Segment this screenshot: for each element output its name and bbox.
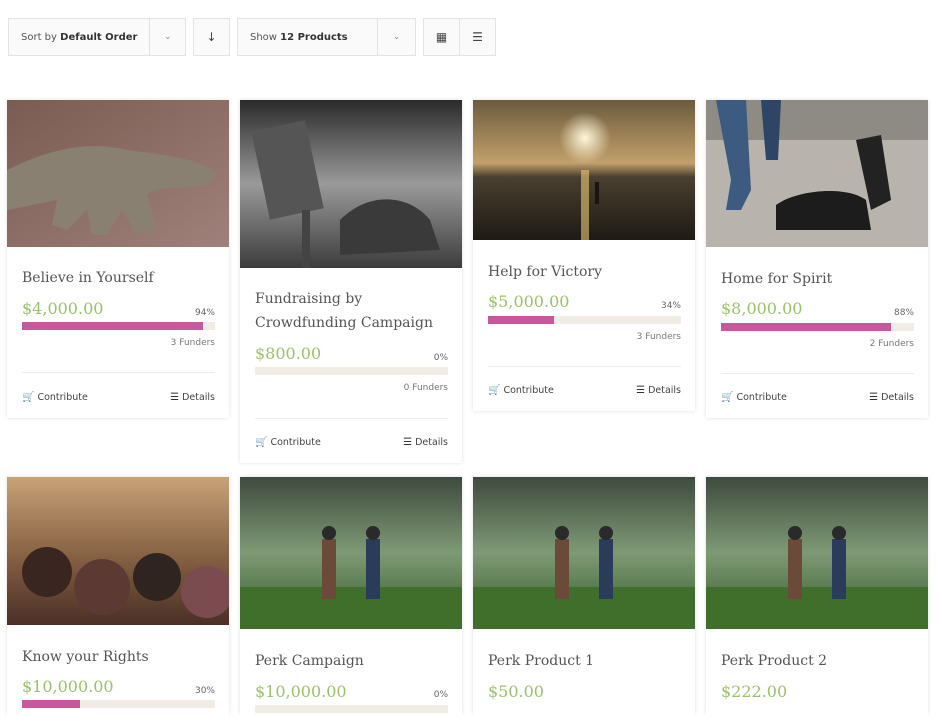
list-icon: ☰ xyxy=(636,385,646,396)
product-card: Perk Product 1 $50.00 xyxy=(473,477,695,715)
children-forest-image[interactable] xyxy=(240,477,462,629)
progress-percent: 94% xyxy=(194,308,215,318)
chevron-down-icon[interactable]: ⌄ xyxy=(149,19,185,55)
product-price: $222.00 xyxy=(721,682,788,701)
details-label: Details xyxy=(881,392,914,403)
show-count-select[interactable]: Show 12 Products ⌄ xyxy=(237,18,416,56)
contribute-button[interactable]: 🛒 Contribute xyxy=(22,392,88,403)
product-title[interactable]: Perk Campaign xyxy=(255,649,364,673)
divider xyxy=(721,373,914,374)
grid-view-button[interactable]: ▦ xyxy=(423,18,460,56)
progress-bar xyxy=(255,367,448,375)
product-card: Help for Victory $5,000.00 34% 3 Funders… xyxy=(473,100,695,411)
product-title[interactable]: Perk Product 2 xyxy=(721,649,827,673)
product-title[interactable]: Help for Victory xyxy=(488,260,602,284)
product-title[interactable]: Perk Product 1 xyxy=(488,649,594,673)
product-card: Home for Spirit $8,000.00 88% 2 Funders … xyxy=(706,100,928,418)
chevron-down-icon[interactable]: ⌄ xyxy=(377,19,415,55)
sunset-beach-image[interactable] xyxy=(473,100,695,240)
divider xyxy=(22,372,215,373)
progress-bar xyxy=(721,323,914,331)
product-title[interactable]: Know your Rights xyxy=(22,645,149,669)
progress-percent: 0% xyxy=(433,690,448,700)
donations-box-image[interactable] xyxy=(240,100,462,268)
details-label: Details xyxy=(182,392,215,403)
guitar-case-street-image[interactable] xyxy=(706,100,928,247)
details-button[interactable]: ☰ Details xyxy=(636,385,681,396)
grid-icon: ▦ xyxy=(435,30,448,44)
details-button[interactable]: ☰ Details xyxy=(869,392,914,403)
product-card: Fundraising by Crowdfunding Campaign $80… xyxy=(240,100,462,463)
sort-direction-button[interactable]: ↓ xyxy=(193,18,230,56)
divider xyxy=(255,418,448,419)
product-card: Know your Rights $10,000.00 30% xyxy=(7,477,229,715)
contribute-button[interactable]: 🛒 Contribute xyxy=(488,385,554,396)
list-icon: ☰ xyxy=(170,392,180,403)
product-price: $5,000.00 xyxy=(488,292,570,311)
product-price: $800.00 xyxy=(255,344,322,363)
contribute-label: Contribute xyxy=(270,437,321,448)
progress-bar xyxy=(488,316,681,324)
product-price: $8,000.00 xyxy=(721,299,803,318)
sort-prefix: Sort by xyxy=(21,31,57,43)
crowd-image[interactable] xyxy=(7,477,229,625)
funders-count: 0 Funders xyxy=(403,383,448,393)
progress-bar xyxy=(255,705,448,713)
list-icon: ☰ xyxy=(869,392,879,403)
cart-icon: 🛒 xyxy=(721,392,734,403)
product-price: $50.00 xyxy=(488,682,544,701)
product-title[interactable]: Home for Spirit xyxy=(721,267,832,291)
sort-value: Default Order xyxy=(60,31,138,43)
contribute-label: Contribute xyxy=(37,392,88,403)
cart-icon: 🛒 xyxy=(255,437,268,448)
show-prefix: Show xyxy=(250,31,277,43)
product-card: Perk Product 2 $222.00 xyxy=(706,477,928,715)
progress-bar xyxy=(22,700,215,708)
product-price: $4,000.00 xyxy=(22,299,104,318)
progress-percent: 0% xyxy=(433,353,448,363)
progress-bar-fill xyxy=(488,316,554,324)
product-title[interactable]: Fundraising by Crowdfunding Campaign xyxy=(255,287,445,335)
show-label: Show 12 Products xyxy=(238,32,377,43)
hand-image[interactable] xyxy=(7,100,229,247)
progress-percent: 30% xyxy=(194,686,215,696)
funders-count: 3 Funders xyxy=(170,338,215,348)
details-button[interactable]: ☰ Details xyxy=(403,437,448,448)
list-view-button[interactable]: ☰ xyxy=(459,18,496,56)
details-label: Details xyxy=(415,437,448,448)
details-button[interactable]: ☰ Details xyxy=(170,392,215,403)
details-label: Details xyxy=(648,385,681,396)
funders-count: 2 Funders xyxy=(869,339,914,349)
progress-percent: 34% xyxy=(660,301,681,311)
cart-icon: 🛒 xyxy=(22,392,35,403)
product-card: Perk Campaign $10,000.00 0% xyxy=(240,477,462,715)
sort-select[interactable]: Sort by Default Order ⌄ xyxy=(8,18,186,56)
cart-icon: 🛒 xyxy=(488,385,501,396)
progress-percent: 88% xyxy=(893,308,914,318)
contribute-button[interactable]: 🛒 Contribute xyxy=(721,392,787,403)
progress-bar-fill xyxy=(22,700,80,708)
contribute-label: Contribute xyxy=(503,385,554,396)
contribute-label: Contribute xyxy=(736,392,787,403)
product-price: $10,000.00 xyxy=(22,677,114,696)
sort-label: Sort by Default Order xyxy=(9,32,149,43)
divider xyxy=(488,366,681,367)
funders-count: 3 Funders xyxy=(636,332,681,342)
shop-toolbar: Sort by Default Order ⌄ ↓ Show 12 Produc… xyxy=(8,18,496,58)
product-price: $10,000.00 xyxy=(255,682,347,701)
progress-bar-fill xyxy=(22,322,204,330)
list-icon: ☰ xyxy=(472,30,483,44)
contribute-button[interactable]: 🛒 Contribute xyxy=(255,437,321,448)
product-title[interactable]: Believe in Yourself xyxy=(22,266,154,290)
progress-bar xyxy=(22,322,215,330)
show-value: 12 Products xyxy=(280,31,348,43)
arrow-down-icon: ↓ xyxy=(206,30,217,44)
progress-bar-fill xyxy=(721,323,891,331)
children-forest-image[interactable] xyxy=(706,477,928,629)
list-icon: ☰ xyxy=(403,437,413,448)
product-card: Believe in Yourself $4,000.00 94% 3 Fund… xyxy=(7,100,229,418)
children-forest-image[interactable] xyxy=(473,477,695,629)
